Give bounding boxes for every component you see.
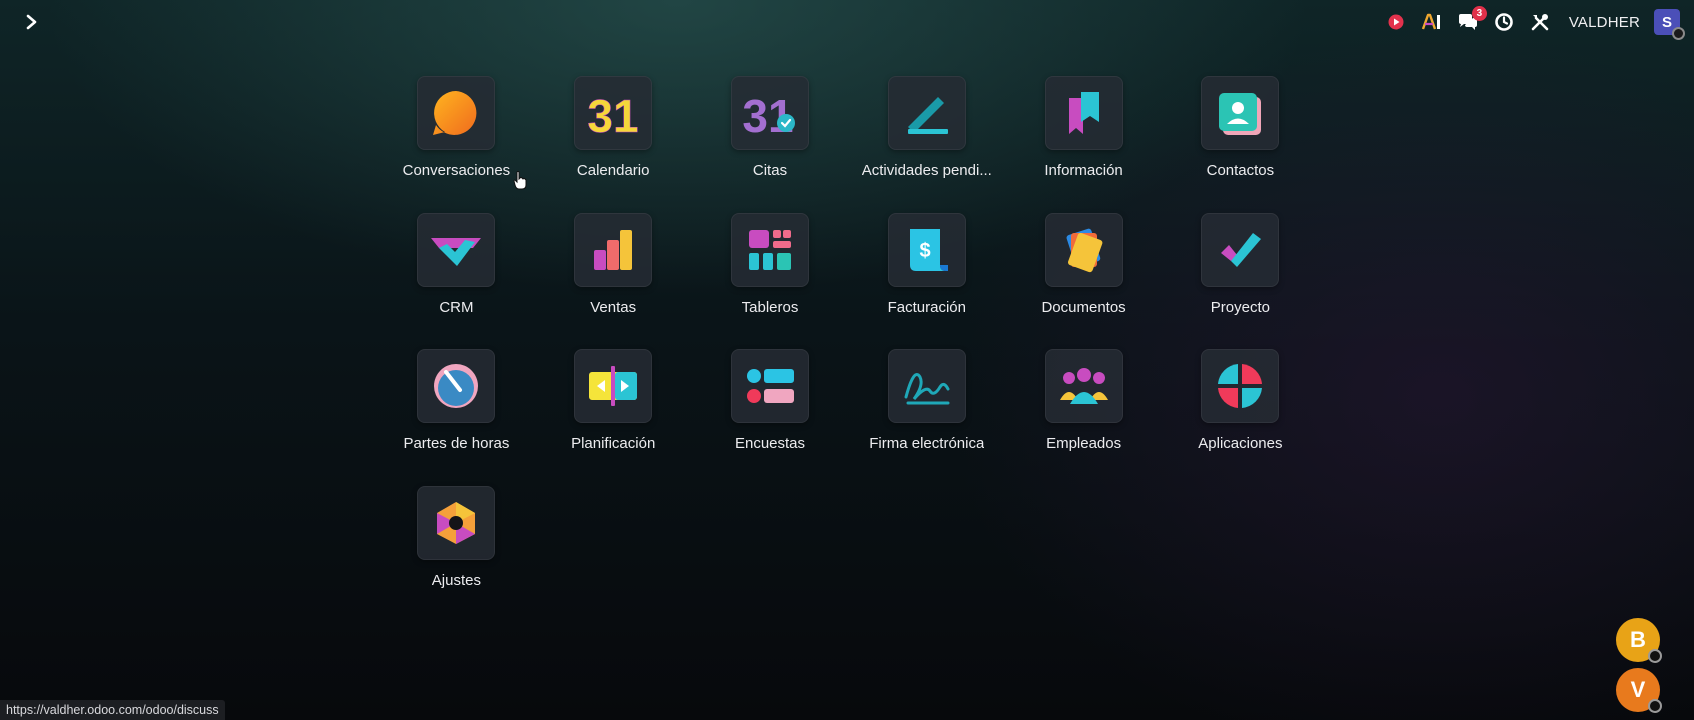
app-tableros[interactable]: Tableros [692, 212, 849, 350]
signature-icon [887, 349, 966, 423]
app-citas[interactable]: 31 Citas [692, 76, 849, 213]
chat-status-indicator [1648, 649, 1662, 663]
app-encuestas[interactable]: Encuestas [692, 349, 849, 486]
app-label: CRM [439, 298, 474, 316]
knowledge-icon [1044, 76, 1123, 150]
documents-icon [1044, 212, 1123, 287]
app-ajustes[interactable]: Ajustes [378, 485, 535, 623]
app-facturacion[interactable]: $ Facturación [848, 212, 1005, 350]
crm-handshake-icon [417, 212, 496, 287]
survey-icon [730, 349, 809, 423]
user-avatar[interactable]: S [1654, 9, 1685, 40]
app-label: Encuestas [734, 435, 806, 452]
app-label: Planificación [571, 435, 656, 452]
app-firma-electronica[interactable]: Firma electrónica [848, 349, 1005, 486]
app-label: Partes de horas [403, 435, 510, 452]
activity-pen-icon [887, 76, 966, 150]
app-label: Tableros [741, 298, 799, 316]
clock-icon[interactable] [1493, 11, 1515, 33]
messages-icon[interactable]: 3 [1457, 6, 1487, 33]
app-label: Documentos [1041, 298, 1126, 316]
app-documentos[interactable]: Documentos [1005, 212, 1162, 350]
app-label: Ventas [590, 298, 637, 316]
calendar-icon: 31 [574, 76, 653, 150]
app-aplicaciones[interactable]: Aplicaciones [1162, 349, 1319, 486]
app-label: Ajustes [431, 571, 481, 589]
messages-badge: 3 [1471, 6, 1487, 21]
app-label: Firma electrónica [869, 435, 985, 452]
invoice-icon: $ [887, 212, 966, 287]
app-label: Proyecto [1210, 298, 1270, 316]
app-proyecto[interactable]: Proyecto [1162, 212, 1319, 350]
app-label: Aplicaciones [1198, 435, 1283, 452]
app-empleados[interactable]: Empleados [1005, 349, 1162, 486]
chat-bubble-initial: B [1630, 627, 1646, 652]
project-check-icon [1201, 212, 1280, 287]
tools-icon[interactable] [1529, 11, 1551, 33]
apps-icon [1201, 349, 1280, 423]
user-avatar-initial: S [1661, 13, 1672, 31]
app-label: Actividades pendi... [861, 162, 992, 179]
app-label: Conversaciones [402, 162, 511, 179]
apps-menu-grid: Conversaciones 31 Calendario 31 Citas Ac… [378, 76, 1319, 622]
chevron-right-icon[interactable] [20, 10, 44, 34]
app-label: Citas [752, 162, 788, 179]
settings-hex-icon [417, 485, 496, 560]
app-label: Empleados [1046, 435, 1122, 452]
employees-icon [1044, 349, 1123, 423]
app-calendario[interactable]: 31 Calendario [535, 76, 692, 213]
dashboard-icon [730, 212, 809, 287]
timesheet-dial-icon [417, 349, 496, 423]
app-label: Contactos [1206, 162, 1275, 179]
app-crm[interactable]: CRM [378, 212, 535, 350]
app-informacion[interactable]: Información [1005, 76, 1162, 213]
app-label: Información [1044, 162, 1123, 179]
contacts-icon [1201, 76, 1280, 150]
chat-bubble-b[interactable]: B [1616, 618, 1662, 663]
app-label: Facturación [887, 298, 966, 316]
chat-bubble-initial: V [1630, 677, 1646, 702]
chat-status-indicator [1648, 699, 1662, 713]
discuss-icon [417, 76, 496, 150]
app-ventas[interactable]: Ventas [535, 212, 692, 350]
ai-icon[interactable] [1421, 11, 1443, 33]
planning-icon [574, 349, 653, 423]
app-planificacion[interactable]: Planificación [535, 349, 692, 486]
sales-chart-icon [574, 212, 653, 287]
chat-bubble-v[interactable]: V [1616, 668, 1662, 713]
company-name[interactable]: VALDHER [1569, 14, 1640, 31]
record-icon[interactable] [1385, 11, 1407, 33]
invoice-dollar-text: $ [919, 240, 930, 262]
app-label: Calendario [576, 162, 650, 179]
systray: 3 VALDHER S [1385, 6, 1685, 40]
user-status-indicator [1672, 27, 1685, 40]
app-partes-de-horas[interactable]: Partes de horas [378, 349, 535, 486]
calendar-day-text: 31 [588, 90, 639, 137]
app-contactos[interactable]: Contactos [1162, 76, 1319, 213]
hand-cursor-icon [512, 170, 528, 195]
status-bar-url: https://valdher.odoo.com/odoo/discuss [0, 700, 225, 720]
top-navbar: 3 VALDHER S [0, 0, 1694, 44]
app-actividades-pendientes[interactable]: Actividades pendi... [848, 76, 1005, 213]
appointment-icon: 31 [730, 76, 809, 150]
